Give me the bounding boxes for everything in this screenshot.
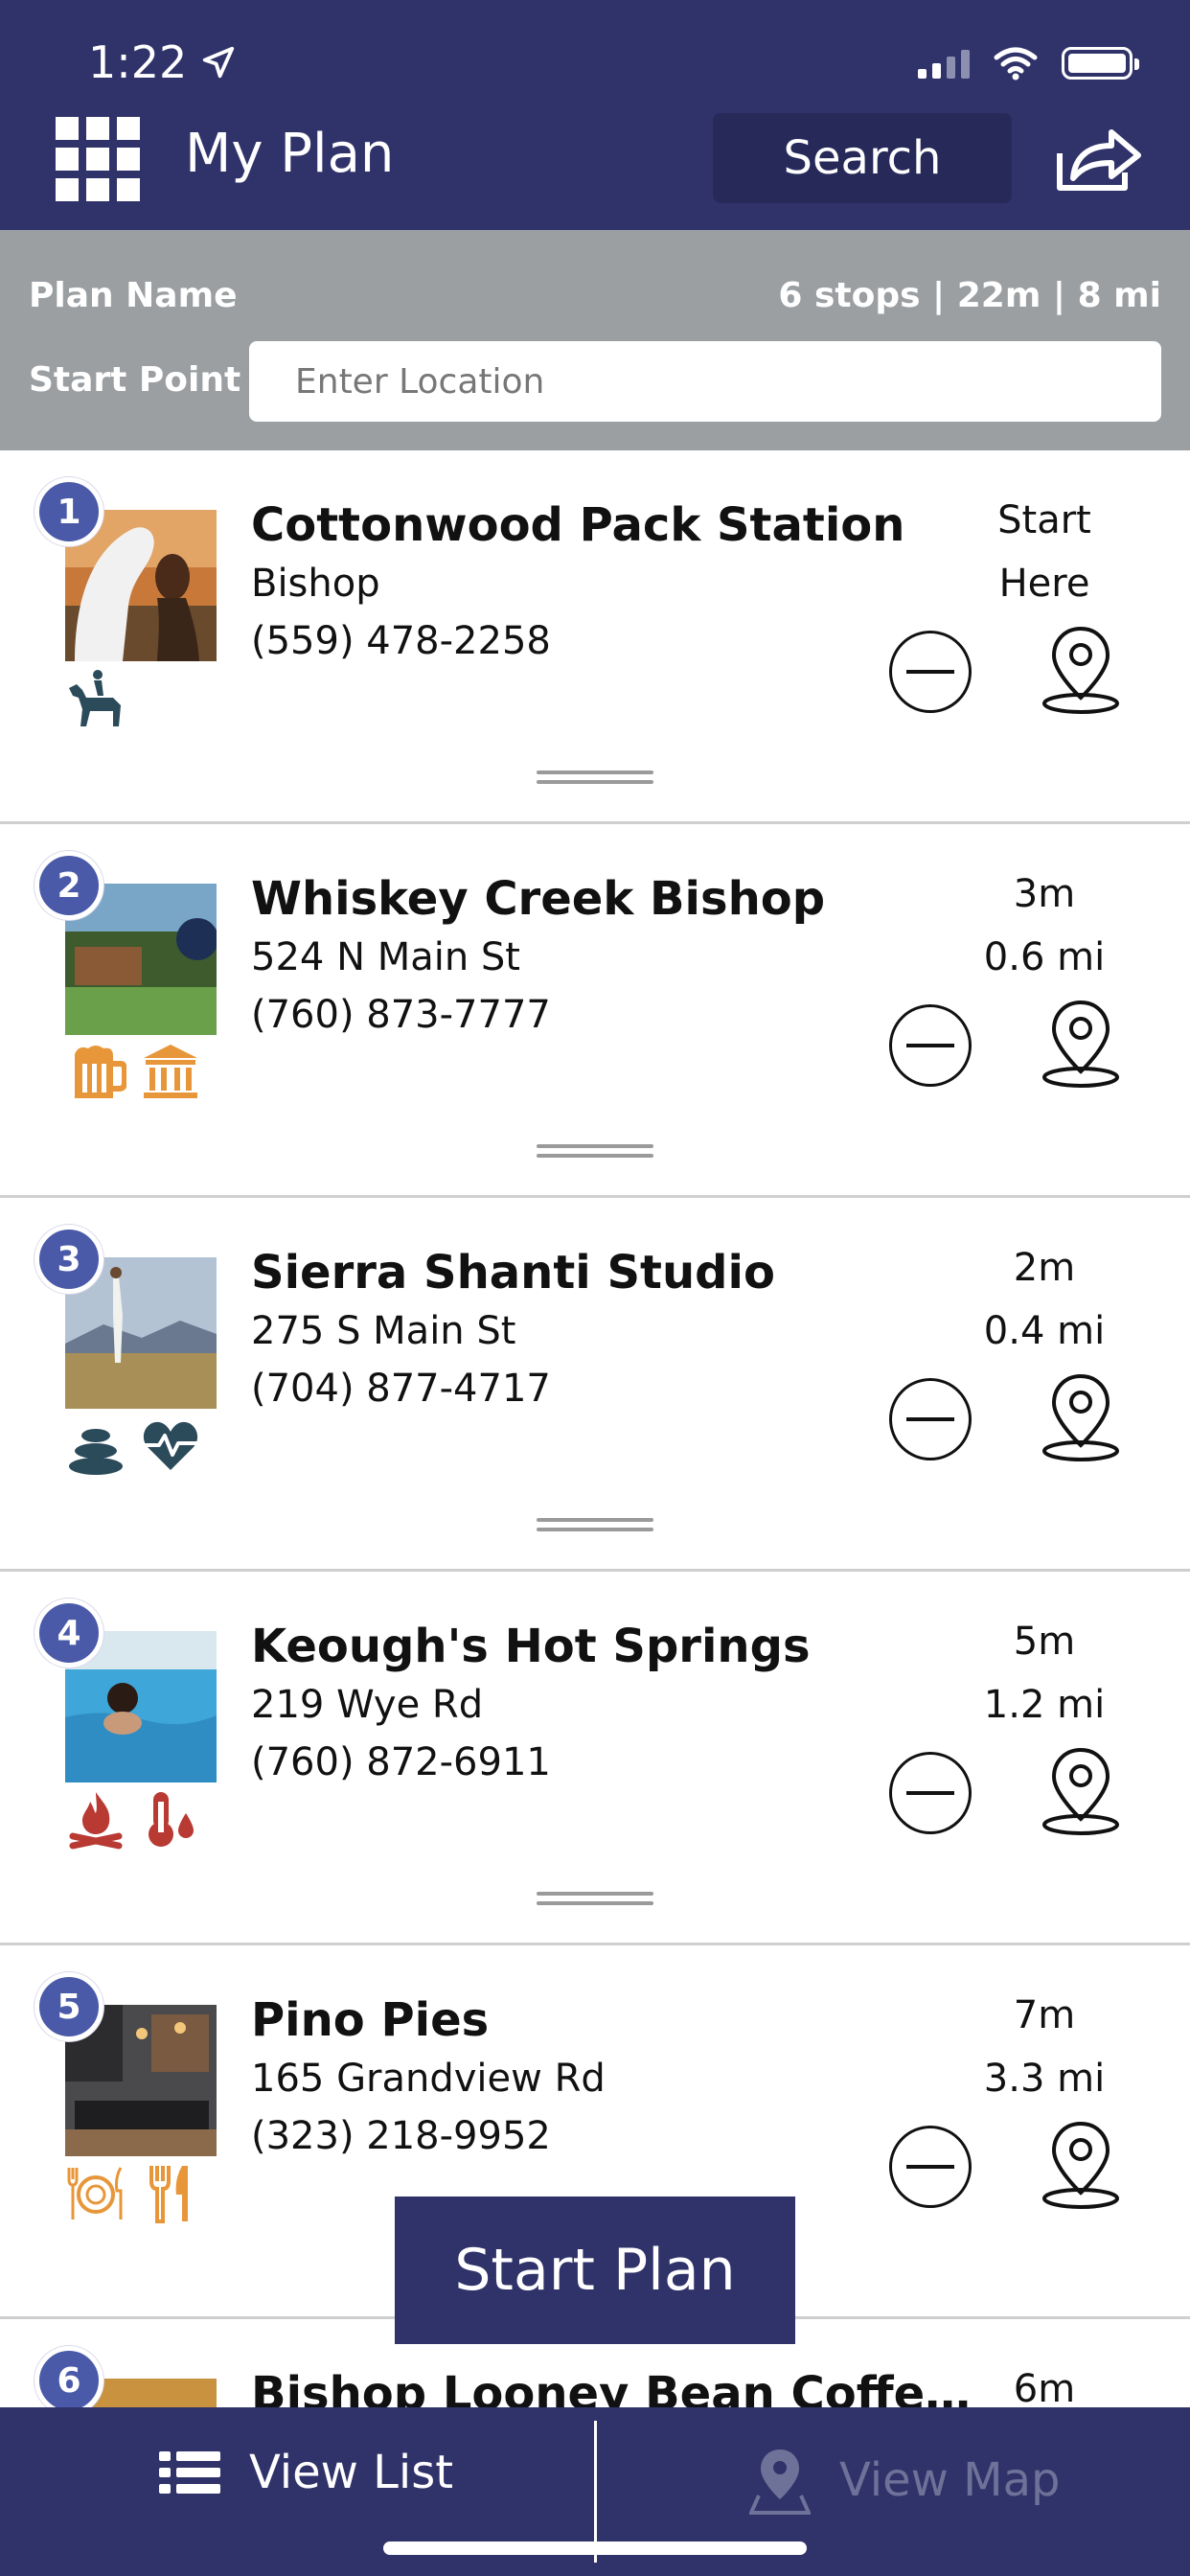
- stop-phone[interactable]: (760) 873-7777: [251, 993, 551, 1037]
- stop-name: Cottonwood Pack Station: [251, 498, 905, 552]
- battery-icon: [1062, 47, 1139, 80]
- status-time: 1:22: [88, 36, 237, 88]
- horse-rider-icon: [69, 670, 121, 726]
- museum-icon: [144, 1045, 197, 1098]
- stop-time: 5m: [1013, 1620, 1076, 1664]
- start-location-input[interactable]: [249, 341, 1161, 422]
- stop-name: Sierra Shanti Studio: [251, 1246, 775, 1300]
- cell-signal-icon: [918, 48, 970, 79]
- start-plan-button[interactable]: Start Plan: [395, 2196, 795, 2344]
- location-arrow-icon: [203, 46, 235, 79]
- category-icons: [65, 667, 126, 728]
- stop-address: 275 S Main St: [251, 1309, 516, 1353]
- minus-icon: [906, 1791, 954, 1795]
- stop-number-badge: 1: [34, 477, 103, 546]
- stop-phone[interactable]: (323) 218-9952: [251, 2114, 551, 2158]
- map-pin-icon[interactable]: [1041, 2118, 1121, 2210]
- spa-stones-icon: [69, 1429, 123, 1475]
- remove-stop-button[interactable]: [889, 2126, 972, 2208]
- plan-stats: 6 stops | 22m | 8 mi: [778, 276, 1161, 315]
- category-icons: [65, 1041, 201, 1102]
- stop-item[interactable]: 2 Whiskey Creek Bishop 524 N Main St (76…: [0, 824, 1190, 1198]
- stop-name: Pino Pies: [251, 1993, 490, 2047]
- stop-number-badge: 5: [34, 1972, 103, 2041]
- beer-mug-icon: [75, 1046, 126, 1098]
- stop-number-badge: 6: [34, 2346, 103, 2415]
- stop-distance: 0.6 mi: [983, 935, 1106, 979]
- stop-item[interactable]: 4 Keough's Hot Springs 219 Wye Rd (760) …: [0, 1572, 1190, 1945]
- stop-time: 2m: [1013, 1246, 1076, 1290]
- remove-stop-button[interactable]: [889, 1378, 972, 1460]
- list-icon: [159, 2451, 220, 2494]
- remove-stop-button[interactable]: [889, 631, 972, 713]
- dining-plate-icon: [67, 2167, 123, 2220]
- stop-time: 6m: [1013, 2367, 1076, 2411]
- stop-item[interactable]: 3 Sierra Shanti Studio 275 S Main St (70…: [0, 1198, 1190, 1572]
- remove-stop-button[interactable]: [889, 1752, 972, 1834]
- view-list-tab[interactable]: View List: [159, 2446, 453, 2499]
- search-button[interactable]: Search: [713, 113, 1012, 203]
- stop-distance: 3.3 mi: [983, 2057, 1106, 2101]
- thermometer-icon: [149, 1792, 194, 1847]
- stop-distance: Here: [998, 562, 1090, 606]
- stop-address: 524 N Main St: [251, 935, 520, 979]
- stop-address: 165 Grandview Rd: [251, 2057, 606, 2101]
- remove-stop-button[interactable]: [889, 1004, 972, 1087]
- home-indicator: [383, 2542, 807, 2555]
- map-pin-icon[interactable]: [1041, 1744, 1121, 1836]
- category-icons: [65, 2162, 201, 2223]
- view-map-tab[interactable]: View Map: [749, 2446, 1060, 2515]
- category-icons: [65, 1788, 201, 1850]
- stop-number-badge: 2: [34, 851, 103, 920]
- map-marker-icon: [749, 2450, 811, 2515]
- share-icon[interactable]: [1052, 119, 1144, 196]
- heart-pulse-icon: [142, 1421, 199, 1470]
- minus-icon: [906, 2165, 954, 2169]
- page-title: My Plan: [185, 123, 395, 185]
- start-point-label: Start Point: [29, 360, 241, 400]
- plan-summary-bar: Plan Name 6 stops | 22m | 8 mi Start Poi…: [0, 230, 1190, 450]
- stop-phone[interactable]: (704) 877-4717: [251, 1367, 551, 1411]
- fork-knife-icon: [149, 2166, 188, 2223]
- view-map-label: View Map: [839, 2453, 1061, 2507]
- wifi-icon: [994, 47, 1038, 80]
- status-indicators: [918, 46, 1139, 80]
- map-pin-icon[interactable]: [1041, 997, 1121, 1089]
- drag-handle[interactable]: [537, 1144, 653, 1158]
- stop-time: Start: [997, 498, 1091, 542]
- view-list-label: View List: [249, 2446, 454, 2499]
- campfire-icon: [69, 1792, 123, 1850]
- bottom-nav: View List View Map: [0, 2407, 1190, 2576]
- stop-phone[interactable]: (760) 872-6911: [251, 1740, 551, 1784]
- stop-number-badge: 3: [34, 1225, 103, 1294]
- stop-address: 219 Wye Rd: [251, 1683, 484, 1727]
- plan-name-label[interactable]: Plan Name: [29, 276, 238, 315]
- minus-icon: [906, 670, 954, 674]
- status-time-text: 1:22: [88, 36, 188, 88]
- stop-time: 7m: [1013, 1993, 1076, 2037]
- map-pin-icon[interactable]: [1041, 1370, 1121, 1462]
- category-icons: [65, 1414, 201, 1476]
- app-header: 1:22 My Plan Search: [0, 0, 1190, 230]
- map-pin-icon[interactable]: [1041, 623, 1121, 715]
- minus-icon: [906, 1417, 954, 1421]
- menu-grid-icon[interactable]: [56, 117, 140, 201]
- drag-handle[interactable]: [537, 770, 653, 784]
- drag-handle[interactable]: [537, 1892, 653, 1905]
- minus-icon: [906, 1044, 954, 1047]
- stop-time: 3m: [1013, 872, 1076, 916]
- stop-name: Keough's Hot Springs: [251, 1620, 811, 1673]
- stop-name: Whiskey Creek Bishop: [251, 872, 826, 926]
- stop-distance: 0.4 mi: [983, 1309, 1106, 1353]
- drag-handle[interactable]: [537, 1518, 653, 1531]
- stop-item[interactable]: 1 Cottonwood Pack Station Bishop (559) 4…: [0, 450, 1190, 824]
- stop-number-badge: 4: [34, 1598, 103, 1668]
- stop-address: Bishop: [251, 562, 380, 606]
- stop-phone[interactable]: (559) 478-2258: [251, 619, 551, 663]
- stop-distance: 1.2 mi: [983, 1683, 1106, 1727]
